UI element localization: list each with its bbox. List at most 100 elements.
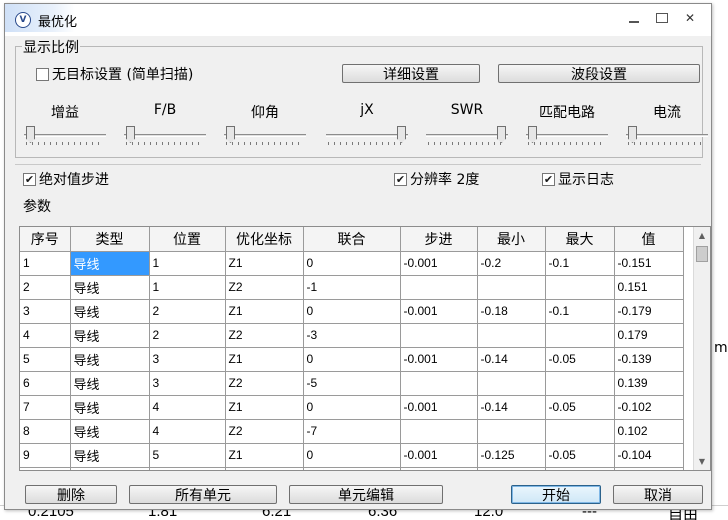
table-cell[interactable]: -0.104: [614, 443, 684, 468]
table-row[interactable]: 4 导线 2 Z2 -3 0.179: [20, 323, 684, 348]
table-cell[interactable]: [400, 323, 478, 348]
title-bar[interactable]: V 最优化 ✕: [5, 4, 711, 36]
resolution-checkbox[interactable]: ✔ 分辨率 2度: [394, 169, 479, 189]
slider-thumb[interactable]: [497, 126, 506, 143]
table-cell[interactable]: -0.001: [400, 299, 478, 324]
table-cell[interactable]: 导线: [70, 347, 150, 372]
slider-track[interactable]: [326, 134, 408, 137]
all-cells-button[interactable]: 所有单元: [129, 485, 277, 504]
table-cell[interactable]: [400, 419, 478, 444]
table-cell[interactable]: 导线: [70, 299, 150, 324]
slider-track[interactable]: [626, 134, 708, 137]
table-cell[interactable]: 4: [149, 419, 226, 444]
column-header[interactable]: 联合: [303, 227, 401, 252]
column-header[interactable]: 优化坐标: [225, 227, 304, 252]
table-cell[interactable]: [400, 275, 478, 300]
table-cell[interactable]: Z1: [225, 347, 304, 372]
cancel-button[interactable]: 取消: [613, 485, 703, 504]
table-cell[interactable]: 8: [20, 419, 71, 444]
start-button[interactable]: 开始: [511, 485, 601, 504]
table-cell[interactable]: 5: [149, 443, 226, 468]
table-row[interactable]: 5 导线 3 Z1 0 -0.001 -0.14 -0.05 -0.139: [20, 347, 684, 372]
table-cell[interactable]: -0.102: [614, 395, 684, 420]
table-cell[interactable]: 0: [303, 395, 401, 420]
table-cell[interactable]: [400, 371, 478, 396]
scroll-up-icon[interactable]: ▲: [694, 227, 710, 244]
table-cell[interactable]: 0.102: [614, 419, 684, 444]
slider-track[interactable]: [526, 134, 608, 137]
table-cell[interactable]: Z2: [225, 275, 304, 300]
table-cell[interactable]: 导线: [70, 323, 150, 348]
detail-settings-button[interactable]: 详细设置: [342, 64, 480, 83]
table-cell[interactable]: 导线: [70, 443, 150, 468]
table-cell[interactable]: -7: [303, 419, 401, 444]
table-cell[interactable]: 3: [149, 371, 226, 396]
table-cell[interactable]: [400, 467, 478, 470]
table-cell[interactable]: [303, 467, 401, 470]
table-cell[interactable]: 2: [20, 275, 71, 300]
table-cell[interactable]: 2: [149, 299, 226, 324]
table-cell[interactable]: Z2: [225, 323, 304, 348]
table-cell[interactable]: [545, 467, 615, 470]
table-cell[interactable]: 0: [303, 251, 401, 276]
table-row[interactable]: 7 导线 4 Z1 0 -0.001 -0.14 -0.05 -0.102: [20, 395, 684, 420]
table-cell[interactable]: [477, 419, 546, 444]
table-cell[interactable]: -0.001: [400, 347, 478, 372]
table-cell[interactable]: 导线: [70, 467, 150, 470]
table-cell[interactable]: 3: [20, 299, 71, 324]
column-header[interactable]: 值: [614, 227, 684, 252]
table-cell[interactable]: -0.001: [400, 251, 478, 276]
params-grid[interactable]: 序号 类型 位置 优化坐标 联合 步进 最小 最大 值 1 导线 1 Z1 0 -0.00…: [19, 226, 711, 471]
table-cell[interactable]: 0: [303, 347, 401, 372]
table-cell[interactable]: 导线: [70, 371, 150, 396]
table-cell[interactable]: -0.151: [614, 251, 684, 276]
table-cell[interactable]: Z1: [225, 443, 304, 468]
slider-thumb[interactable]: [628, 126, 637, 143]
table-cell[interactable]: 3: [149, 347, 226, 372]
slider-thumb[interactable]: [528, 126, 537, 143]
table-cell[interactable]: [545, 323, 615, 348]
delete-button[interactable]: 删除: [25, 485, 117, 504]
column-header[interactable]: 最大: [545, 227, 615, 252]
table-cell[interactable]: -0.05: [545, 443, 615, 468]
table-cell[interactable]: 4: [20, 323, 71, 348]
table-row[interactable]: 导线: [20, 467, 684, 470]
table-cell[interactable]: 6: [20, 371, 71, 396]
scroll-down-icon[interactable]: ▼: [694, 453, 710, 470]
table-cell[interactable]: 5: [20, 347, 71, 372]
checkbox-box[interactable]: ✔: [23, 172, 36, 186]
table-cell[interactable]: 0: [303, 443, 401, 468]
column-header[interactable]: 最小: [477, 227, 546, 252]
table-cell[interactable]: 导线: [70, 275, 150, 300]
absolute-step-checkbox[interactable]: ✔ 绝对值步进: [23, 169, 109, 189]
slider-thumb[interactable]: [26, 126, 35, 143]
checkbox-box[interactable]: ✔: [394, 172, 407, 186]
table-cell[interactable]: 1: [149, 251, 226, 276]
column-header[interactable]: 序号: [20, 227, 71, 252]
table-cell[interactable]: -0.1: [545, 299, 615, 324]
table-cell[interactable]: -0.05: [545, 347, 615, 372]
table-cell[interactable]: [20, 467, 71, 470]
table-cell[interactable]: 0.139: [614, 371, 684, 396]
table-cell[interactable]: Z1: [225, 299, 304, 324]
table-cell[interactable]: [545, 371, 615, 396]
checkbox-box[interactable]: ✔: [542, 172, 555, 186]
table-cell[interactable]: -0.14: [477, 347, 546, 372]
minimize-button[interactable]: [621, 10, 647, 26]
scroll-thumb[interactable]: [696, 246, 708, 262]
table-cell[interactable]: -0.125: [477, 443, 546, 468]
table-cell[interactable]: -0.179: [614, 299, 684, 324]
cell-edit-button[interactable]: 单元编辑: [289, 485, 443, 504]
table-cell[interactable]: -0.139: [614, 347, 684, 372]
table-cell[interactable]: -3: [303, 323, 401, 348]
table-cell[interactable]: Z2: [225, 419, 304, 444]
table-cell[interactable]: Z1: [225, 395, 304, 420]
table-cell[interactable]: [149, 467, 226, 470]
table-cell[interactable]: 4: [149, 395, 226, 420]
table-cell[interactable]: [477, 371, 546, 396]
checkbox-box[interactable]: [36, 67, 49, 81]
table-cell[interactable]: [477, 467, 546, 470]
table-cell[interactable]: 0.151: [614, 275, 684, 300]
table-row[interactable]: 2 导线 1 Z2 -1 0.151: [20, 275, 684, 300]
table-cell[interactable]: -5: [303, 371, 401, 396]
